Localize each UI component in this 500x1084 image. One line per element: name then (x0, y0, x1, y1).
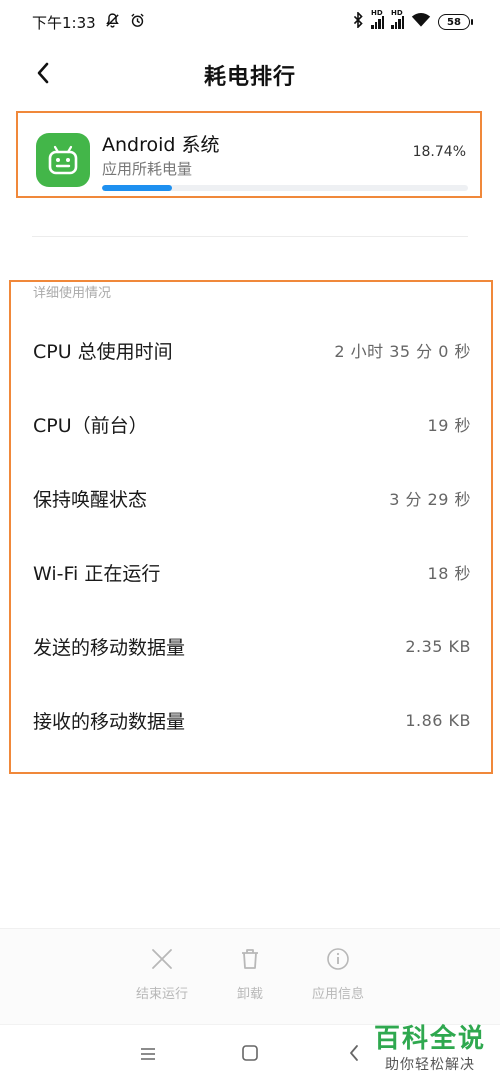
close-icon (150, 947, 174, 975)
info-icon (326, 947, 350, 975)
wifi-icon (411, 12, 431, 32)
app-usage-subtitle: 应用所耗电量 (102, 160, 193, 178)
header: 耗电排行 (0, 50, 500, 100)
notifications-off-icon (104, 12, 121, 33)
app-name: Android 系统 (102, 134, 220, 156)
watermark-logo: 百科全说 助你轻松解决 (374, 1024, 486, 1074)
status-right: HD HD 58 (352, 9, 473, 32)
trash-icon (238, 947, 262, 975)
watermark-subtitle: 助你轻松解决 (384, 1057, 475, 1073)
recents-button[interactable] (136, 1043, 160, 1067)
app-usage-card: Android 系统 应用所耗电量 18.74% (16, 111, 482, 198)
row-value: 19 秒 (427, 416, 471, 435)
row-label: CPU（前台） (33, 414, 148, 437)
signal-hd-label: HD (371, 9, 383, 17)
row-value: 3 分 29 秒 (389, 490, 471, 509)
chevron-left-icon (348, 1044, 360, 1066)
row-label: 发送的移动数据量 (33, 636, 186, 659)
row-label: 接收的移动数据量 (33, 710, 186, 733)
home-button[interactable] (238, 1043, 262, 1067)
row-label: 保持唤醒状态 (33, 488, 148, 511)
section-label: 详细使用情况 (33, 286, 112, 301)
action-bar: 结束运行 卸载 应用信息 (0, 928, 500, 1024)
detail-row-mobile-sent: 发送的移动数据量 2.35 KB (33, 626, 471, 666)
status-time: 下午1:33 (32, 13, 96, 32)
detail-row-wifi: Wi-Fi 正在运行 18 秒 (33, 552, 471, 592)
home-square-icon (241, 1044, 259, 1066)
uninstall-label: 卸载 (236, 987, 263, 1002)
status-left: 下午1:33 (32, 12, 146, 33)
row-label: CPU 总使用时间 (33, 340, 173, 363)
stop-button[interactable]: 结束运行 (117, 947, 207, 1002)
battery-level: 58 (447, 16, 461, 28)
back-button[interactable] (28, 60, 58, 90)
row-value: 18 秒 (427, 564, 471, 583)
detail-row-mobile-received: 接收的移动数据量 1.86 KB (33, 700, 471, 740)
usage-progress-bar (102, 185, 468, 191)
row-value: 2.35 KB (405, 636, 471, 656)
app-usage-percent: 18.74% (412, 144, 466, 160)
detail-row-wakelock: 保持唤醒状态 3 分 29 秒 (33, 478, 471, 518)
detail-row-cpu-total: CPU 总使用时间 2 小时 35 分 0 秒 (33, 330, 471, 370)
row-label: Wi-Fi 正在运行 (33, 562, 161, 585)
alarm-icon (129, 12, 146, 33)
status-bar: 下午1:33 HD HD 58 (0, 0, 500, 44)
bluetooth-icon (352, 10, 364, 32)
app-info-button[interactable]: 应用信息 (293, 947, 383, 1002)
uninstall-button[interactable]: 卸载 (205, 947, 295, 1002)
signal-icon: HD (371, 9, 384, 29)
detail-usage-panel: 详细使用情况 CPU 总使用时间 2 小时 35 分 0 秒 CPU（前台） 1… (9, 280, 493, 774)
row-value: 1.86 KB (405, 710, 471, 730)
stop-label: 结束运行 (135, 987, 188, 1002)
android-app-icon (36, 133, 90, 187)
signal-hd-label: HD (391, 9, 403, 17)
nav-back-button[interactable] (342, 1043, 366, 1067)
menu-icon (139, 1046, 157, 1065)
page-title: 耗电排行 (203, 65, 296, 90)
usage-progress-fill (102, 185, 172, 191)
app-info-label: 应用信息 (311, 987, 364, 1002)
detail-row-cpu-foreground: CPU（前台） 19 秒 (33, 404, 471, 444)
chevron-left-icon (35, 61, 51, 89)
row-value: 2 小时 35 分 0 秒 (334, 342, 471, 361)
watermark-title: 百科全说 (373, 1024, 486, 1054)
battery-icon: 58 (438, 14, 473, 30)
divider (32, 236, 468, 237)
signal-icon: HD (391, 9, 404, 29)
